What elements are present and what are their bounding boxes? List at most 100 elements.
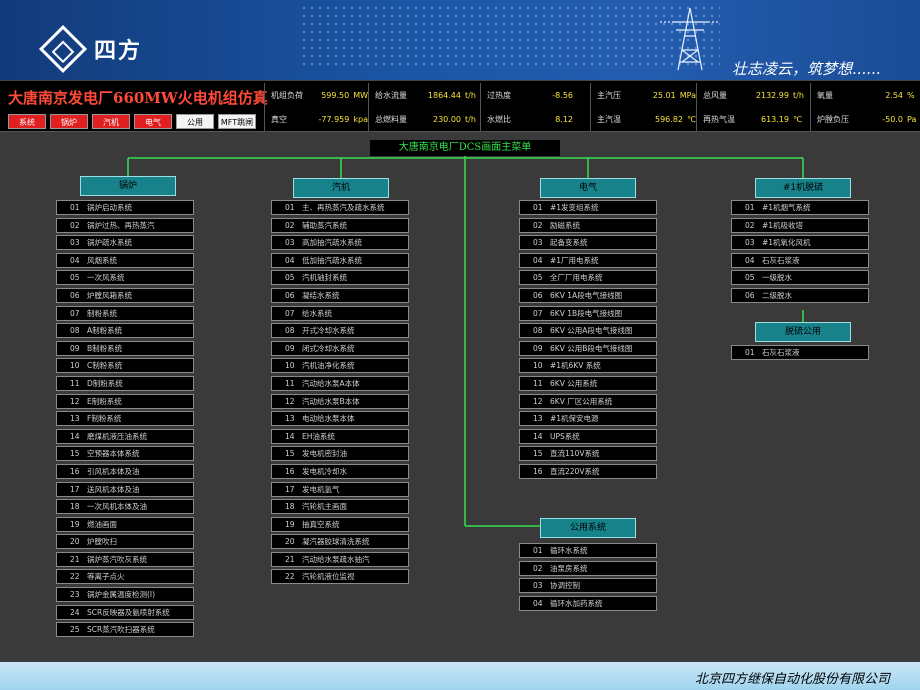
menu-item[interactable]: 11 6KV 公用系统 (519, 375, 657, 391)
menu-item[interactable]: 15 直流110V系统 (519, 446, 657, 462)
menu-item[interactable]: 14 UPS系统 (519, 428, 657, 444)
menu-item[interactable]: 22 等离子点火 (56, 569, 194, 585)
menu-item[interactable]: 03 起备变系统 (519, 235, 657, 251)
menu-item[interactable]: 11 D制粉系统 (56, 375, 194, 391)
menu-item[interactable]: 21 锅炉蒸汽吹灰系统 (56, 551, 194, 567)
menu-item[interactable]: 21 汽动给水泵疏水抽汽 (271, 551, 409, 567)
menu-item[interactable]: 13 #1机保安电源 (519, 411, 657, 427)
group-header-boiler[interactable]: 锅炉 (80, 176, 176, 196)
stat-value: -8.56 (552, 90, 573, 100)
footer: 北京四方继保自动化股份有限公司 (0, 662, 920, 690)
menu-item[interactable]: 02 锅炉过热、再热蒸汽 (56, 217, 194, 233)
nav-button-3[interactable]: 汽机 (92, 114, 130, 129)
menu-item[interactable]: 09 6KV 公用B段电气接线图 (519, 340, 657, 356)
menu-item[interactable]: 25 SCR蒸汽吹扫器系统 (56, 622, 194, 638)
stat-unit: t/h (465, 114, 476, 124)
group-header-turbine[interactable]: 汽机 (293, 178, 389, 198)
menu-item[interactable]: 02 励磁系统 (519, 217, 657, 233)
menu-item[interactable]: 08 开式冷却水系统 (271, 323, 409, 339)
menu-item[interactable]: 09 闭式冷却水系统 (271, 340, 409, 356)
menu-item[interactable]: 05 一级脱水 (731, 270, 869, 286)
menu-item[interactable]: 07 给水系统 (271, 305, 409, 321)
menu-item[interactable]: 24 SCR反映器及氨喷射系统 (56, 604, 194, 620)
menu-item-number: 12 (533, 396, 543, 406)
menu-item-number: 23 (70, 590, 80, 600)
menu-item[interactable]: 16 发电机冷却水 (271, 463, 409, 479)
menu-item[interactable]: 04 循环水加药系统 (519, 595, 657, 611)
menu-item[interactable]: 03 锅炉疏水系统 (56, 235, 194, 251)
menu-item[interactable]: 04 石灰石浆液 (731, 252, 869, 268)
menu-item[interactable]: 03 协调控制 (519, 578, 657, 594)
menu-item[interactable]: 02 #1机吸收塔 (731, 217, 869, 233)
menu-item[interactable]: 23 锅炉金属温度检测(I) (56, 587, 194, 603)
group-header-common[interactable]: 公用系统 (540, 518, 636, 538)
menu-item-number: 13 (533, 414, 543, 424)
menu-item[interactable]: 19 抽真空系统 (271, 516, 409, 532)
menu-item[interactable]: 01 石灰石浆液 (731, 345, 869, 360)
menu-item[interactable]: 01 #1机烟气系统 (731, 200, 869, 215)
menu-item[interactable]: 06 6KV 1A段电气接线图 (519, 287, 657, 303)
menu-item-label: 一次风系统 (87, 273, 125, 283)
menu-item[interactable]: 11 汽动给水泵A本体 (271, 375, 409, 391)
menu-item-number: 01 (533, 203, 543, 212)
menu-item[interactable]: 08 A制粉系统 (56, 323, 194, 339)
nav-button-4[interactable]: 电气 (134, 114, 172, 129)
menu-item-label: 油泵房系统 (550, 563, 588, 573)
menu-item[interactable]: 15 空预器本体系统 (56, 446, 194, 462)
group-header-desulf_common[interactable]: 脱硫公用 (755, 322, 851, 342)
menu-item[interactable]: 17 发电机氢气 (271, 481, 409, 497)
stat-readout: 再热气温 613.19 ℃ (696, 107, 810, 131)
menu-item[interactable]: 04 低加抽汽疏水系统 (271, 252, 409, 268)
menu-item[interactable]: 16 直流220V系统 (519, 463, 657, 479)
menu-item[interactable]: 01 循环水系统 (519, 543, 657, 558)
menu-item[interactable]: 05 全厂厂用电系统 (519, 270, 657, 286)
menu-item[interactable]: 03 高加抽汽疏水系统 (271, 235, 409, 251)
menu-item[interactable]: 14 磨煤机液压油系统 (56, 428, 194, 444)
menu-item[interactable]: 06 凝结水系统 (271, 287, 409, 303)
menu-item[interactable]: 10 汽机油净化系统 (271, 358, 409, 374)
menu-item[interactable]: 14 EH油系统 (271, 428, 409, 444)
banner-dot-pattern (300, 4, 720, 68)
menu-item[interactable]: 18 一次风机本体及油 (56, 499, 194, 515)
menu-item[interactable]: 09 B制粉系统 (56, 340, 194, 356)
menu-item[interactable]: 01 主、再热蒸汽及疏水系统 (271, 200, 409, 215)
menu-item[interactable]: 17 送风机本体及油 (56, 481, 194, 497)
menu-item[interactable]: 06 炉膛风箱系统 (56, 287, 194, 303)
group-header-desulf[interactable]: #1机脱硫 (755, 178, 851, 198)
nav-button-1[interactable]: 系统 (8, 114, 46, 129)
menu-item[interactable]: 04 风烟系统 (56, 252, 194, 268)
menu-item[interactable]: 10 #1机6KV 系统 (519, 358, 657, 374)
menu-item[interactable]: 01 锅炉启动系统 (56, 200, 194, 215)
menu-item[interactable]: 19 燃油画面 (56, 516, 194, 532)
menu-item[interactable]: 03 #1机氧化风机 (731, 235, 869, 251)
menu-item[interactable]: 08 6KV 公用A段电气接线图 (519, 323, 657, 339)
menu-item[interactable]: 12 汽动给水泵B本体 (271, 393, 409, 409)
menu-item-label: #1厂用电系统 (550, 255, 599, 265)
menu-item-label: UPS系统 (550, 431, 580, 441)
group-header-electrical[interactable]: 电气 (540, 178, 636, 198)
menu-item[interactable]: 02 辅助蒸汽系统 (271, 217, 409, 233)
menu-item[interactable]: 22 汽轮机液位监视 (271, 569, 409, 585)
menu-item[interactable]: 02 油泵房系统 (519, 560, 657, 576)
menu-item[interactable]: 18 汽轮机主画面 (271, 499, 409, 515)
menu-item[interactable]: 13 F制粉系统 (56, 411, 194, 427)
menu-item[interactable]: 20 凝汽器胶球清洗系统 (271, 534, 409, 550)
nav-button-2[interactable]: 锅炉 (50, 114, 88, 129)
menu-item[interactable]: 20 炉膛吹扫 (56, 534, 194, 550)
menu-item[interactable]: 01 #1发变组系统 (519, 200, 657, 215)
menu-item[interactable]: 16 引风机本体及油 (56, 463, 194, 479)
nav-button-6[interactable]: MFT跳闸 (218, 114, 256, 129)
menu-list-common: 01 循环水系统 02 油泵房系统 03 协调控制 04 循环水加药系统 (519, 543, 657, 613)
menu-item[interactable]: 04 #1厂用电系统 (519, 252, 657, 268)
menu-item[interactable]: 12 6KV 厂区公用系统 (519, 393, 657, 409)
nav-button-5[interactable]: 公用 (176, 114, 214, 129)
menu-item[interactable]: 07 6KV 1B段电气接线图 (519, 305, 657, 321)
menu-item[interactable]: 12 E制粉系统 (56, 393, 194, 409)
menu-item[interactable]: 07 制粉系统 (56, 305, 194, 321)
menu-item[interactable]: 06 二级脱水 (731, 287, 869, 303)
menu-item[interactable]: 10 C制粉系统 (56, 358, 194, 374)
menu-item[interactable]: 15 发电机密封油 (271, 446, 409, 462)
menu-item[interactable]: 05 一次风系统 (56, 270, 194, 286)
menu-item[interactable]: 05 汽机轴封系统 (271, 270, 409, 286)
menu-item[interactable]: 13 电动给水泵本体 (271, 411, 409, 427)
